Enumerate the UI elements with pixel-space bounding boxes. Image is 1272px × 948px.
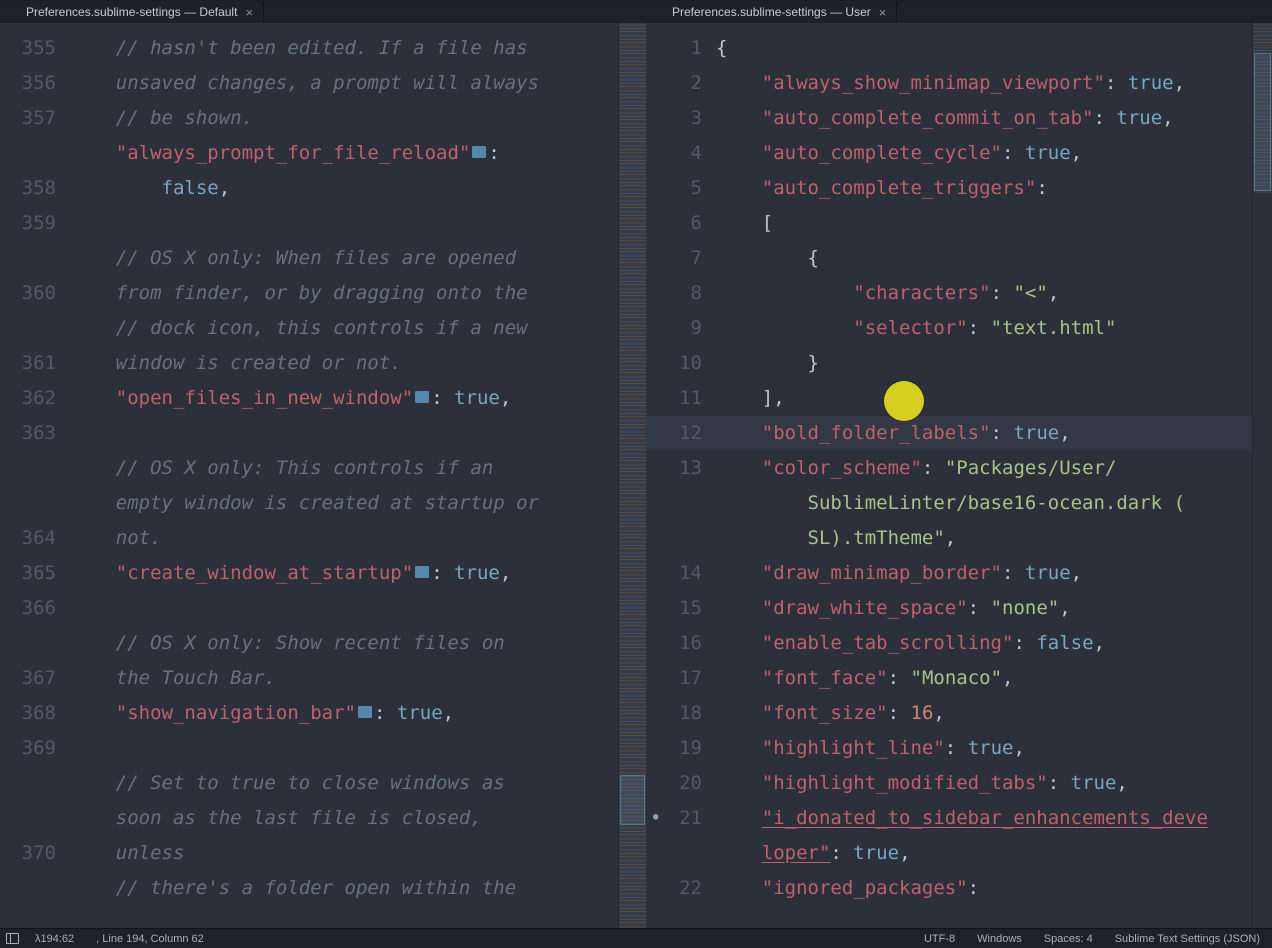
tab-default-settings[interactable]: Preferences.sublime-settings — Default ×: [16, 1, 264, 23]
split-panes: Preferences.sublime-settings — Default ×…: [0, 0, 1272, 928]
tabbar-right[interactable]: Preferences.sublime-settings — User ×: [646, 1, 1272, 23]
editor-right[interactable]: 12345678910111213 1415161718192021 22 { …: [646, 23, 1272, 928]
status-git-branch[interactable]: λ194:62: [29, 933, 80, 945]
cursor-indicator-icon: [884, 381, 924, 421]
tab-title: Preferences.sublime-settings — User: [672, 5, 871, 19]
left-pane: Preferences.sublime-settings — Default ×…: [0, 0, 646, 928]
app-window: Preferences.sublime-settings — Default ×…: [0, 0, 1272, 948]
line-number-gutter: 12345678910111213 1415161718192021 22: [646, 23, 712, 928]
status-line-endings[interactable]: Windows: [971, 933, 1028, 945]
editor-left[interactable]: 355356357 358359 360 361362363 364365366…: [0, 23, 646, 928]
minimap-right[interactable]: [1252, 23, 1272, 928]
minimap-viewport[interactable]: [620, 775, 645, 825]
panel-toggle-icon[interactable]: [6, 933, 19, 944]
right-pane: Preferences.sublime-settings — User × 12…: [646, 0, 1272, 928]
tab-user-settings[interactable]: Preferences.sublime-settings — User ×: [662, 1, 897, 23]
line-number-gutter: 355356357 358359 360 361362363 364365366…: [0, 23, 66, 928]
close-icon[interactable]: ×: [879, 6, 887, 19]
close-icon[interactable]: ×: [245, 6, 253, 19]
minimap-viewport[interactable]: [1254, 53, 1271, 191]
status-indent[interactable]: Spaces: 4: [1038, 933, 1099, 945]
status-cursor-position: , Line 194, Column 62: [90, 933, 210, 945]
status-syntax[interactable]: Sublime Text Settings (JSON): [1109, 933, 1266, 945]
minimap-left[interactable]: [618, 23, 646, 928]
status-encoding[interactable]: UTF-8: [918, 933, 961, 945]
status-bar[interactable]: λ194:62 , Line 194, Column 62 UTF-8 Wind…: [0, 928, 1272, 948]
code-area[interactable]: { "always_show_minimap_viewport": true, …: [712, 23, 1252, 928]
tab-title: Preferences.sublime-settings — Default: [26, 5, 237, 19]
tabbar-left[interactable]: Preferences.sublime-settings — Default ×: [0, 1, 646, 23]
code-area[interactable]: // hasn't been edited. If a file has uns…: [66, 23, 618, 928]
